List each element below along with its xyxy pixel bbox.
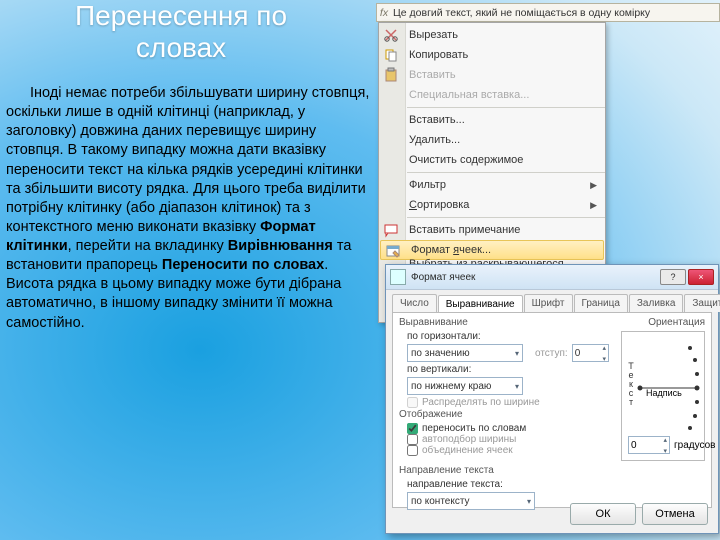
dialog-title-text: Формат ячеек: [411, 272, 475, 283]
menu-item-label: Специальная вставка...: [409, 89, 605, 101]
group-display-header: Отображение: [399, 409, 609, 420]
label-horizontal: по горизонтали:: [399, 331, 495, 342]
menu-item[interactable]: Копировать: [379, 45, 605, 65]
menu-item-label: Вырезать: [409, 29, 605, 41]
menu-item[interactable]: Формат ячеек...: [380, 240, 604, 260]
select-direction-value: по контексту: [411, 496, 470, 507]
orientation-label: Надпись: [646, 388, 682, 398]
menu-item-label: Вставить...: [409, 114, 605, 126]
menu-item[interactable]: Вставить...: [379, 110, 605, 130]
menu-item[interactable]: Удалить...: [379, 130, 605, 150]
blank-icon: [383, 197, 399, 213]
menu-item[interactable]: Вырезать: [379, 25, 605, 45]
menu-item-label: Вставить: [409, 69, 605, 81]
window-close-button[interactable]: ×: [688, 269, 714, 285]
dialog-titlebar: Формат ячеек ? ×: [386, 265, 718, 290]
chevron-down-icon: ▾: [515, 349, 519, 358]
blank-icon: [383, 177, 399, 193]
select-horizontal-value: по значению: [411, 348, 470, 359]
blank-icon: [383, 112, 399, 128]
checkbox-wrap-text[interactable]: [407, 423, 418, 434]
orientation-vertical-text: Т е к с т: [626, 362, 636, 407]
menu-item-label: Копировать: [409, 49, 605, 61]
label-autofit: автоподбор ширины: [422, 434, 516, 445]
dialog-tab[interactable]: Граница: [574, 294, 628, 312]
menu-item[interactable]: Очистить содержимое: [379, 150, 605, 170]
submenu-arrow-icon: ▶: [590, 180, 597, 191]
menu-item-label: Сортировка: [409, 199, 590, 211]
blank-icon: [383, 132, 399, 148]
menu-item-label: Вставить примечание: [409, 224, 605, 236]
paste-icon: [383, 67, 399, 83]
spinner-buttons: ▴▾: [602, 342, 606, 364]
menu-item: Специальная вставка...: [379, 85, 605, 105]
menu-separator: [407, 217, 605, 218]
ok-button[interactable]: ОК: [570, 503, 636, 525]
window-help-button[interactable]: ?: [660, 269, 686, 285]
slide-body: Іноді немає потреби збільшувати ширину с…: [6, 84, 374, 333]
label-direction: направление текста:: [399, 479, 517, 490]
chevron-down-icon: ▾: [515, 382, 519, 391]
checkbox-distribute: [407, 397, 418, 408]
label-merge: объединение ячеек: [422, 445, 513, 456]
dialog-tab[interactable]: Шрифт: [524, 294, 573, 312]
dialog-tab[interactable]: Выравнивание: [438, 295, 523, 313]
checkbox-autofit[interactable]: [407, 434, 418, 445]
select-direction[interactable]: по контексту ▾: [407, 492, 535, 510]
menu-item[interactable]: Вставить примечание: [379, 220, 605, 240]
label-wrap-text: переносить по словам: [422, 423, 526, 434]
submenu-arrow-icon: ▶: [590, 200, 597, 211]
dialog-icon: [390, 269, 406, 285]
select-vertical-value: по нижнему краю: [411, 381, 491, 392]
formula-bar-text: Це довгий текст, який не поміщається в о…: [391, 7, 719, 19]
format-icon: [385, 243, 401, 259]
label-distribute: Распределять по ширине: [422, 397, 540, 408]
spinner-degrees[interactable]: 0 ▴▾: [628, 436, 670, 454]
dialog-tab[interactable]: Число: [392, 294, 437, 312]
spinner-buttons: ▴▾: [663, 434, 667, 456]
menu-separator: [407, 107, 605, 108]
blank-icon: [383, 152, 399, 168]
slide-title: Перенесення по словах: [36, 0, 326, 64]
spinner-degrees-value: 0: [631, 440, 637, 451]
menu-item[interactable]: Сортировка▶: [379, 195, 605, 215]
dialog-tabs: ЧислоВыравниваниеШрифтГраницаЗаливкаЗащи…: [386, 290, 718, 312]
dialog-tab[interactable]: Защита: [684, 294, 720, 312]
formula-bar: fx Це довгий текст, який не поміщається …: [376, 3, 720, 22]
orientation-control[interactable]: Т е к с т Надпись 0 ▴▾ градусов: [621, 331, 705, 461]
group-orientation-header: Ориентация: [648, 317, 705, 328]
cancel-button[interactable]: Отмена: [642, 503, 708, 525]
menu-item-label: Удалить...: [409, 134, 605, 146]
select-horizontal[interactable]: по значению ▾: [407, 344, 523, 362]
label-vertical: по вертикали:: [399, 364, 495, 375]
copy-icon: [383, 47, 399, 63]
chevron-down-icon: ▾: [527, 497, 531, 506]
group-direction-header: Направление текста: [399, 465, 609, 476]
menu-item[interactable]: Фильтр▶: [379, 175, 605, 195]
fx-icon: fx: [377, 7, 391, 19]
blank-icon: [383, 87, 399, 103]
comment-icon: [383, 222, 399, 238]
label-indent: отступ:: [535, 348, 568, 359]
menu-item: Вставить: [379, 65, 605, 85]
spinner-indent-value: 0: [575, 348, 581, 359]
select-vertical[interactable]: по нижнему краю ▾: [407, 377, 523, 395]
group-alignment-header: Выравнивание: [399, 317, 609, 328]
format-cells-dialog: Формат ячеек ? × ЧислоВыравниваниеШрифтГ…: [385, 264, 719, 534]
alignment-panel: Выравнивание по горизонтали: по значению…: [392, 312, 712, 508]
menu-item-label: Фильтр: [409, 179, 590, 191]
menu-separator: [407, 172, 605, 173]
spinner-indent[interactable]: 0 ▴▾: [572, 344, 609, 362]
dialog-tab[interactable]: Заливка: [629, 294, 684, 312]
cut-icon: [383, 27, 399, 43]
checkbox-merge[interactable]: [407, 445, 418, 456]
menu-item-label: Очистить содержимое: [409, 154, 605, 166]
label-degrees: градусов: [674, 440, 715, 451]
menu-item-label: Формат ячеек...: [411, 244, 603, 256]
